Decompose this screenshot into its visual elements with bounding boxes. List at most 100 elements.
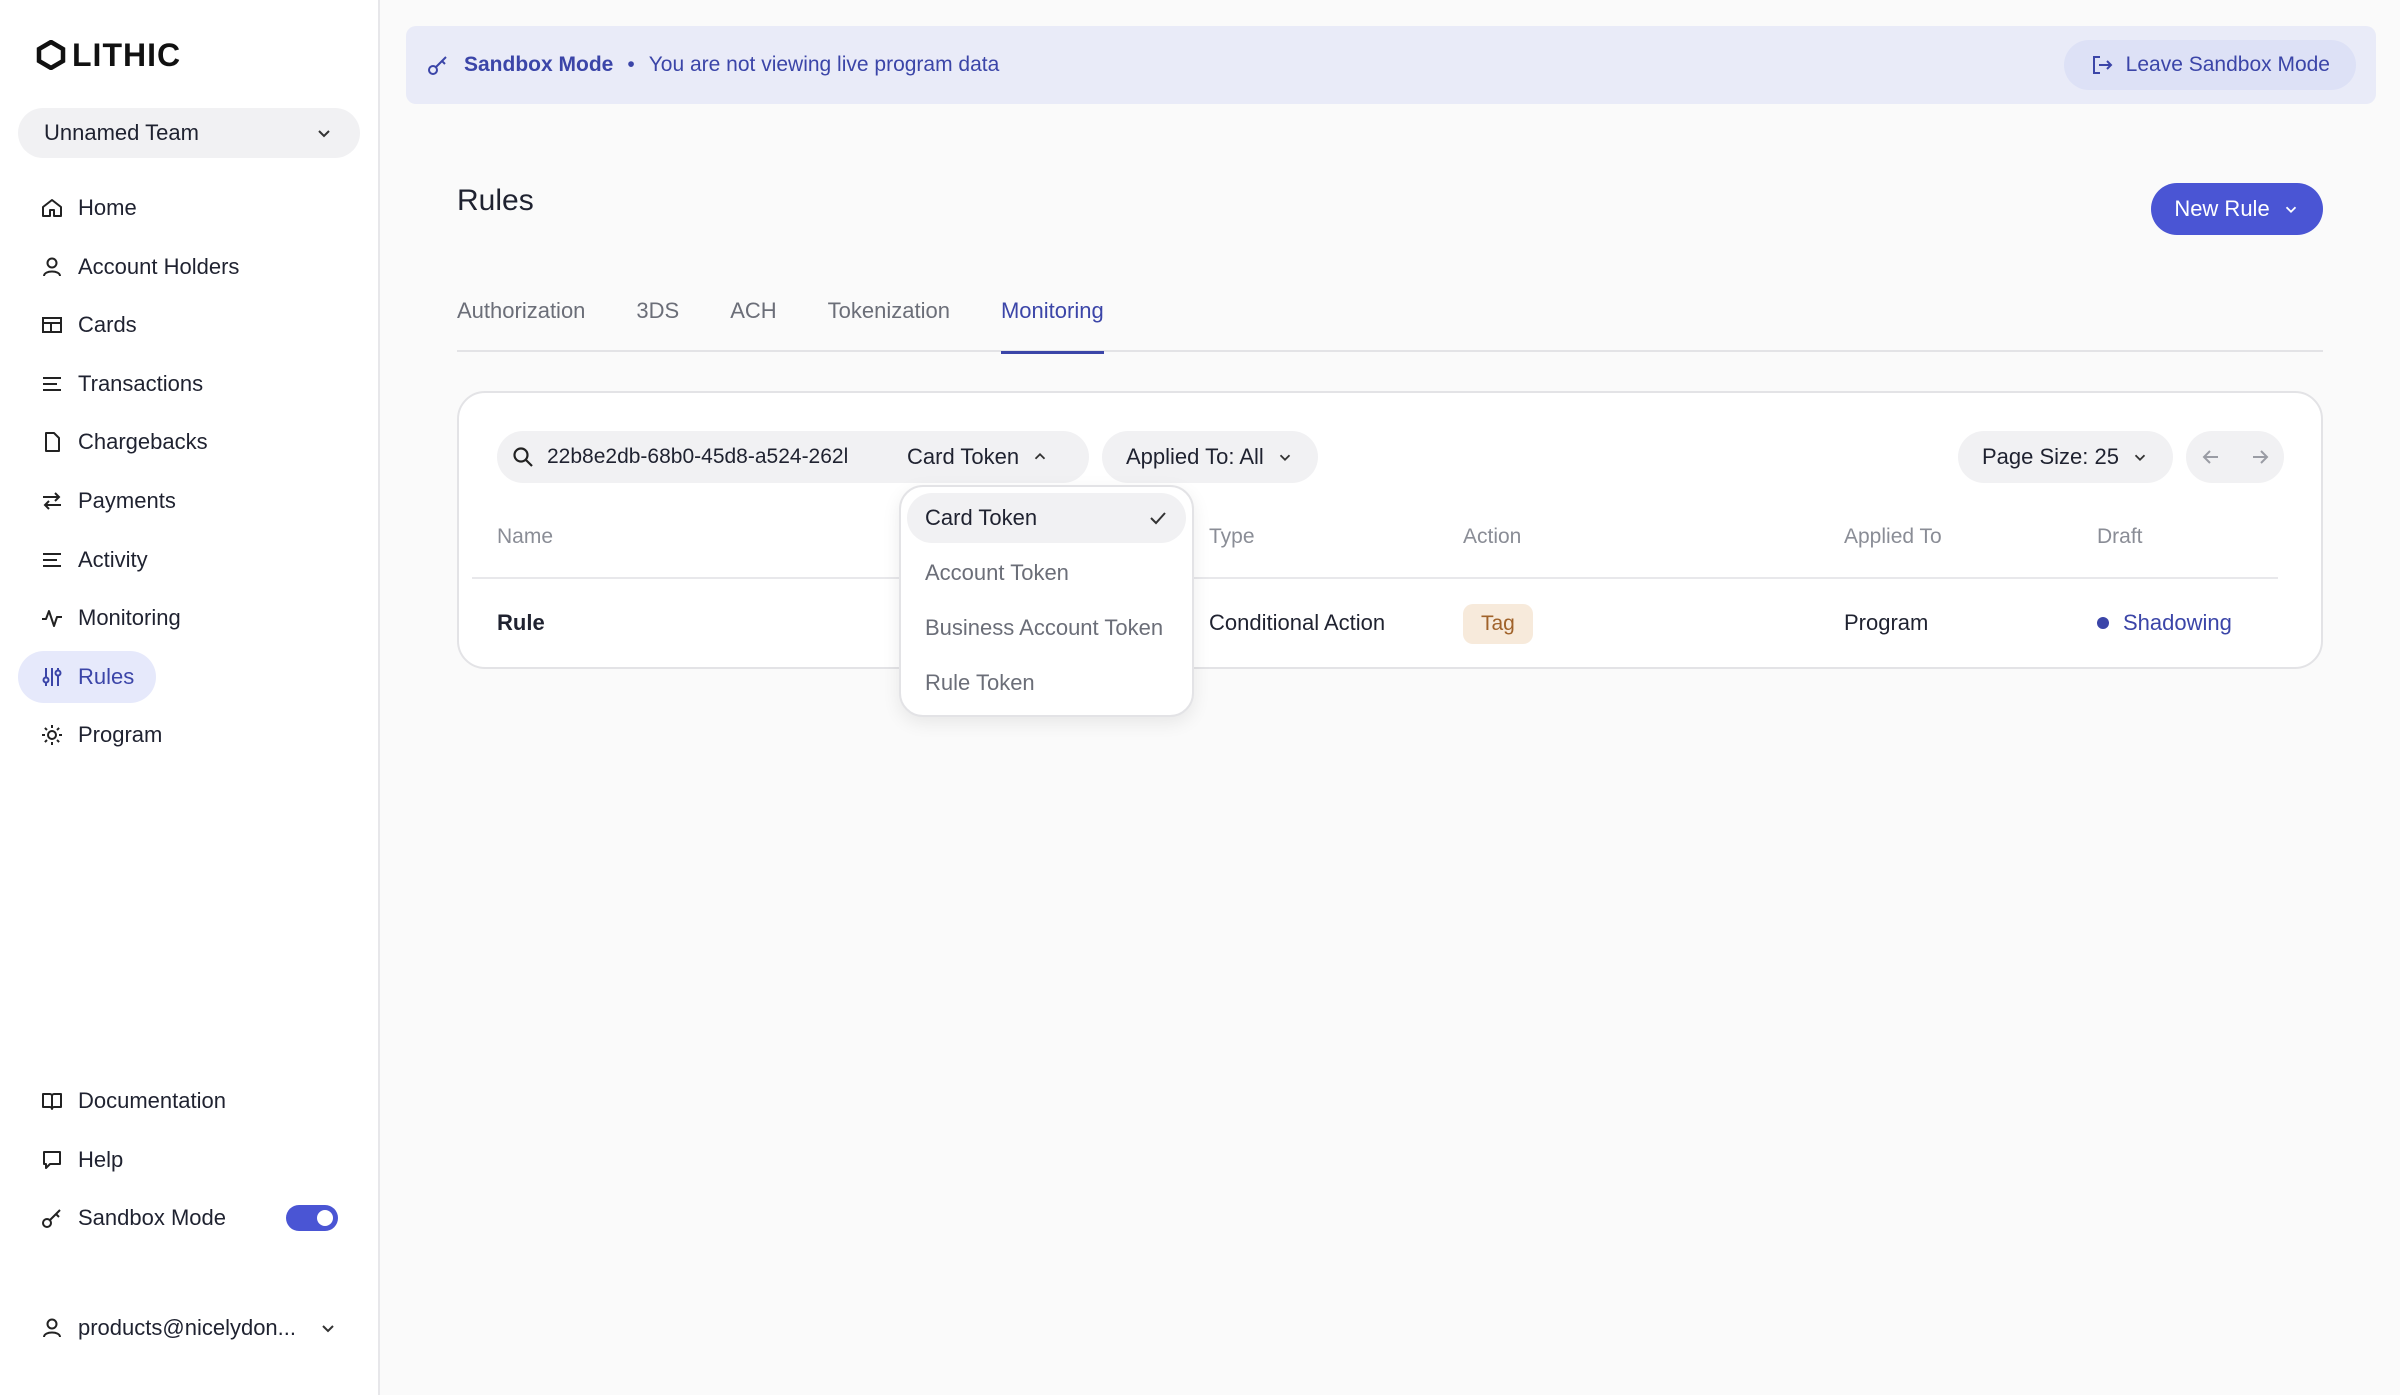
gear-icon bbox=[42, 725, 62, 746]
dropdown-option-account-token[interactable]: Account Token bbox=[907, 548, 1186, 598]
column-header-applied-to[interactable]: Applied To bbox=[1844, 525, 1942, 549]
book-icon bbox=[42, 1093, 62, 1110]
draft-status-cell: Shadowing bbox=[2097, 610, 2232, 636]
tab-authorization[interactable]: Authorization bbox=[457, 280, 585, 352]
dropdown-option-card-token[interactable]: Card Token bbox=[907, 493, 1186, 543]
sidebar-item-label: Transactions bbox=[78, 370, 204, 396]
banner-message: You are not viewing live program data bbox=[648, 53, 1000, 76]
banner-title: Sandbox Mode bbox=[464, 53, 614, 76]
user-menu[interactable]: products@nicelydon... bbox=[18, 1302, 360, 1354]
sidebar-item-chargebacks[interactable]: Chargebacks bbox=[18, 416, 230, 468]
chevron-down-icon bbox=[322, 1325, 334, 1333]
column-header-action[interactable]: Action bbox=[1463, 525, 1521, 549]
logout-icon bbox=[2092, 56, 2113, 74]
sidebar-item-label: Monitoring bbox=[78, 605, 181, 631]
sidebar-item-transactions[interactable]: Transactions bbox=[18, 358, 225, 410]
token-type-value: Card Token bbox=[907, 444, 1020, 469]
sidebar-item-help[interactable]: Help bbox=[18, 1134, 360, 1186]
chevron-down-icon bbox=[2285, 206, 2296, 213]
dropdown-option-label: Card Token bbox=[925, 505, 1038, 530]
previous-page-button[interactable] bbox=[2200, 446, 2222, 468]
user-icon bbox=[43, 1318, 61, 1338]
action-badge: Tag bbox=[1463, 604, 1533, 644]
team-select[interactable]: Unnamed Team bbox=[18, 108, 360, 158]
arrow-right-icon bbox=[2252, 450, 2268, 464]
list-icon bbox=[43, 552, 61, 567]
bottom-nav: Documentation Help Sandbox Mode bbox=[18, 1075, 360, 1251]
sidebar-item-label: Activity bbox=[78, 546, 148, 572]
document-icon bbox=[45, 432, 60, 453]
sidebar-item-rules[interactable]: Rules bbox=[18, 650, 157, 703]
home-icon bbox=[42, 199, 62, 217]
sidebar-item-label: Account Holders bbox=[78, 253, 240, 279]
page-size-select[interactable]: Page Size: 25 bbox=[1958, 431, 2173, 483]
sandbox-banner: Sandbox Mode • You are not viewing live … bbox=[406, 26, 2376, 104]
status-dot-icon bbox=[2097, 617, 2109, 629]
sidebar-item-documentation[interactable]: Documentation bbox=[18, 1075, 360, 1127]
dropdown-option-business-account-token[interactable]: Business Account Token bbox=[907, 603, 1186, 653]
draft-status-label: Shadowing bbox=[2123, 610, 2232, 635]
sidebar: LITHIC Unnamed Team Home Account Holders… bbox=[0, 0, 380, 1395]
sidebar-item-program[interactable]: Program bbox=[18, 709, 184, 761]
logo-text: LITHIC bbox=[72, 36, 182, 73]
tab-ach[interactable]: ACH bbox=[730, 280, 776, 352]
key-icon bbox=[42, 1209, 61, 1229]
pulse-icon bbox=[42, 610, 62, 628]
leave-sandbox-button[interactable]: Leave Sandbox Mode bbox=[2063, 40, 2356, 90]
tab-3ds[interactable]: 3DS bbox=[636, 280, 679, 352]
sliders-icon bbox=[42, 667, 62, 686]
help-label: Help bbox=[78, 1146, 124, 1172]
main-nav: Home Account Holders Cards Transactions … bbox=[18, 182, 360, 768]
next-page-button[interactable] bbox=[2249, 446, 2271, 468]
arrows-icon bbox=[43, 492, 61, 510]
sidebar-item-label: Program bbox=[78, 722, 163, 748]
sidebar-item-sandbox-mode: Sandbox Mode bbox=[18, 1192, 360, 1244]
column-header-type[interactable]: Type bbox=[1209, 525, 1255, 549]
sidebar-item-label: Chargebacks bbox=[78, 429, 208, 455]
search-filter: 22b8e2db-68b0-45d8-a524-262l Card Token bbox=[497, 431, 1089, 483]
applied-to-cell: Program bbox=[1844, 610, 1929, 635]
sidebar-item-label: Payments bbox=[78, 487, 176, 513]
chevron-up-icon bbox=[1034, 453, 1046, 460]
dropdown-option-label: Business Account Token bbox=[925, 615, 1164, 640]
sandbox-mode-toggle[interactable] bbox=[286, 1205, 338, 1232]
token-type-dropdown: Card Token Account Token Business Accoun… bbox=[899, 485, 1194, 717]
check-icon bbox=[1150, 512, 1166, 525]
sandbox-mode-label: Sandbox Mode bbox=[78, 1205, 226, 1231]
dropdown-option-rule-token[interactable]: Rule Token bbox=[907, 658, 1186, 708]
sidebar-item-activity[interactable]: Activity bbox=[18, 534, 170, 586]
table-header-divider bbox=[472, 577, 2278, 579]
page-title: Rules bbox=[457, 184, 534, 217]
sidebar-item-label: Cards bbox=[78, 312, 137, 338]
sidebar-item-home[interactable]: Home bbox=[18, 182, 159, 234]
arrow-left-icon bbox=[2202, 450, 2218, 464]
token-type-select[interactable]: Card Token bbox=[907, 444, 1049, 470]
sidebar-item-account-holders[interactable]: Account Holders bbox=[18, 241, 261, 293]
page-size-value: Page Size: 25 bbox=[1982, 444, 2119, 469]
sidebar-item-label: Rules bbox=[78, 663, 135, 689]
sidebar-item-payments[interactable]: Payments bbox=[18, 475, 198, 527]
chat-icon bbox=[43, 1150, 61, 1169]
user-icon bbox=[43, 257, 61, 276]
applied-to-filter[interactable]: Applied To: All bbox=[1102, 431, 1318, 483]
sidebar-item-monitoring[interactable]: Monitoring bbox=[18, 592, 203, 644]
dropdown-option-label: Account Token bbox=[925, 560, 1069, 585]
chevron-down-icon bbox=[318, 130, 330, 138]
chevron-down-icon bbox=[2134, 454, 2146, 461]
sidebar-item-cards[interactable]: Cards bbox=[18, 299, 159, 351]
rule-type-cell: Conditional Action bbox=[1209, 610, 1386, 635]
search-input[interactable]: 22b8e2db-68b0-45d8-a524-262l bbox=[547, 445, 877, 469]
lithic-logo[interactable]: LITHIC bbox=[36, 37, 181, 73]
rule-name-cell[interactable]: Rule bbox=[497, 610, 545, 636]
new-rule-button[interactable]: New Rule bbox=[2151, 183, 2323, 235]
list-icon bbox=[43, 376, 61, 391]
tab-monitoring[interactable]: Monitoring bbox=[1000, 280, 1104, 354]
sidebar-item-label: Home bbox=[78, 195, 137, 220]
rule-tabs: Authorization 3DS ACH Tokenization Monit… bbox=[457, 280, 2323, 354]
team-name: Unnamed Team bbox=[44, 120, 199, 145]
key-icon bbox=[428, 56, 447, 75]
tab-tokenization[interactable]: Tokenization bbox=[828, 280, 950, 352]
column-header-name[interactable]: Name bbox=[497, 525, 553, 549]
pagination bbox=[2186, 431, 2284, 483]
column-header-draft[interactable]: Draft bbox=[2097, 525, 2143, 549]
